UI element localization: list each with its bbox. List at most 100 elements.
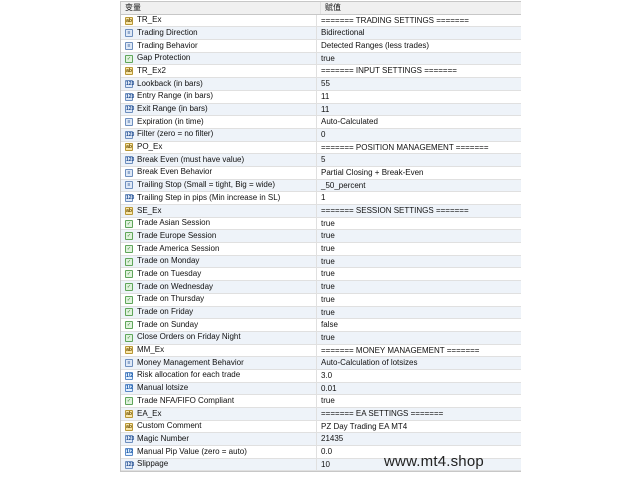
value-cell[interactable]: Detected Ranges (less trades): [317, 40, 521, 52]
variable-cell: ab PO_Ex: [121, 141, 317, 154]
table-row[interactable]: 1/2 Manual lotsize 0.01: [121, 382, 521, 396]
table-row[interactable]: ab MM_Ex ======= MONEY MANAGEMENT =======: [121, 344, 521, 358]
value-cell[interactable]: true: [317, 218, 521, 230]
value-cell[interactable]: true: [317, 243, 521, 255]
variable-cell: ✓ Close Orders on Friday Night: [121, 331, 317, 344]
variable-cell: ≡ Money Management Behavior: [121, 357, 317, 369]
value-cell[interactable]: true: [317, 332, 521, 344]
value-cell[interactable]: 55: [317, 78, 521, 90]
table-row[interactable]: ✓ Trade NFA/FIFO Compliant true: [121, 395, 521, 408]
value-cell[interactable]: 11: [317, 91, 521, 103]
variable-cell: ab Custom Comment: [121, 420, 317, 433]
table-row[interactable]: ✓ Trade on Tuesday true: [121, 268, 521, 282]
text-type-icon: ab: [125, 16, 133, 25]
table-row[interactable]: ≡ Trading Direction Bidirectional: [121, 27, 521, 41]
table-row[interactable]: ✓ Trade on Sunday false: [121, 319, 521, 332]
table-row[interactable]: ab Custom Comment PZ Day Trading EA MT4: [121, 420, 521, 434]
table-row[interactable]: 123 Trailing Step in pips (Min increase i…: [121, 192, 521, 205]
table-row[interactable]: 123 Exit Range (in bars) 11: [121, 103, 521, 117]
variable-column-header[interactable]: 变量: [121, 2, 321, 14]
value-cell[interactable]: true: [317, 281, 521, 293]
table-row[interactable]: ✓ Trade on Wednesday true: [121, 281, 521, 294]
variable-cell: 123 Filter (zero = no filter): [121, 128, 317, 141]
table-row[interactable]: 123 Entry Range (in bars) 11: [121, 90, 521, 104]
variable-cell: ab EA_Ex: [121, 408, 317, 420]
table-row[interactable]: ✓ Trade America Session true: [121, 243, 521, 256]
double-type-icon: 1/2: [125, 384, 133, 393]
table-row[interactable]: 123 Filter (zero = no filter) 0: [121, 128, 521, 142]
value-cell[interactable]: ======= SESSION SETTINGS =======: [317, 205, 521, 217]
value-cell[interactable]: 21435: [317, 433, 521, 445]
value-cell[interactable]: true: [317, 294, 521, 306]
value-cell[interactable]: ======= INPUT SETTINGS =======: [317, 65, 521, 77]
value-cell[interactable]: 0: [317, 129, 521, 141]
enum-type-icon: ≡: [125, 29, 133, 38]
double-type-icon: 1/2: [125, 371, 133, 380]
table-row[interactable]: ab TR_Ex2 ======= INPUT SETTINGS =======: [121, 65, 521, 79]
table-row[interactable]: 123 Lookback (in bars) 55: [121, 78, 521, 91]
table-row[interactable]: ab PO_Ex ======= POSITION MANAGEMENT =====…: [121, 141, 521, 155]
value-cell[interactable]: 3.0: [317, 370, 521, 382]
table-row[interactable]: ≡ Money Management Behavior Auto-Calculati…: [121, 357, 521, 370]
value-cell[interactable]: ======= MONEY MANAGEMENT =======: [317, 345, 521, 357]
table-row[interactable]: ≡ Expiration (in time) Auto-Calculated: [121, 116, 521, 129]
value-cell[interactable]: true: [317, 256, 521, 268]
table-row[interactable]: 1/2 Risk allocation for each trade 3.0: [121, 369, 521, 383]
value-cell[interactable]: true: [317, 395, 521, 407]
value-cell[interactable]: Bidirectional: [317, 27, 521, 39]
table-row[interactable]: ✓ Close Orders on Friday Night true: [121, 331, 521, 345]
value-cell[interactable]: 0.01: [317, 383, 521, 395]
table-row[interactable]: ≡ Trading Behavior Detected Ranges (less t…: [121, 40, 521, 53]
table-row[interactable]: ≡ Break Even Behavior Partial Closing + Br…: [121, 166, 521, 180]
table-row[interactable]: ✓ Gap Protection true: [121, 52, 521, 66]
table-row[interactable]: ≡ Trailing Stop (Small = tight, Big = wid…: [121, 179, 521, 193]
variable-cell: ab SE_Ex: [121, 205, 317, 217]
value-cell[interactable]: Auto-Calculated: [317, 116, 521, 128]
value-cell[interactable]: 1: [317, 192, 521, 204]
bool-type-icon: ✓: [125, 321, 133, 330]
enum-type-icon: ≡: [125, 168, 133, 177]
variable-name: Trading Behavior: [137, 40, 198, 50]
value-cell[interactable]: true: [317, 268, 521, 280]
value-cell[interactable]: true: [317, 307, 521, 319]
table-row[interactable]: ✓ Trade Europe Session true: [121, 230, 521, 244]
table-row[interactable]: 123 Magic Number 21435: [121, 433, 521, 447]
value-cell[interactable]: true: [317, 230, 521, 242]
table-header: 变量 赋值: [121, 2, 521, 15]
table-row[interactable]: ✓ Trade on Friday true: [121, 306, 521, 320]
value-column-header[interactable]: 赋值: [321, 2, 521, 14]
value-cell[interactable]: true: [317, 53, 521, 65]
value-cell[interactable]: 11: [317, 104, 521, 116]
variable-cell: ✓ Trade America Session: [121, 243, 317, 255]
value-cell[interactable]: ======= POSITION MANAGEMENT =======: [317, 142, 521, 154]
text-type-icon: ab: [125, 67, 133, 76]
table-row[interactable]: ab SE_Ex ======= SESSION SETTINGS =======: [121, 205, 521, 218]
variable-name: SE_Ex: [137, 205, 162, 215]
variable-name: Trailing Stop (Small = tight, Big = wide…: [137, 180, 275, 190]
variable-name: Exit Range (in bars): [137, 104, 208, 113]
enum-type-icon: ≡: [125, 359, 133, 368]
value-cell[interactable]: ======= EA SETTINGS =======: [317, 408, 521, 420]
value-cell[interactable]: 5: [317, 154, 521, 166]
variable-cell: 123 Break Even (must have value): [121, 154, 317, 166]
table-row[interactable]: ✓ Trade on Monday true: [121, 255, 521, 269]
value-cell[interactable]: ======= TRADING SETTINGS =======: [317, 15, 521, 27]
value-cell[interactable]: Partial Closing + Break-Even: [317, 167, 521, 179]
table-row[interactable]: ab EA_Ex ======= EA SETTINGS =======: [121, 408, 521, 421]
table-row[interactable]: 123 Break Even (must have value) 5: [121, 154, 521, 167]
value-cell[interactable]: Auto-Calculation of lotsizes: [317, 357, 521, 369]
bool-type-icon: ✓: [125, 257, 133, 266]
value-cell[interactable]: PZ Day Trading EA MT4: [317, 421, 521, 433]
value-cell[interactable]: false: [317, 319, 521, 331]
variable-cell: ≡ Trading Direction: [121, 27, 317, 40]
variable-name: Trade Europe Session: [137, 230, 217, 240]
table-row[interactable]: ab TR_Ex ======= TRADING SETTINGS =======: [121, 14, 521, 28]
table-row[interactable]: ✓ Trade Asian Session true: [121, 217, 521, 231]
variable-cell: 1/2 Risk allocation for each trade: [121, 369, 317, 382]
variable-name: Break Even (must have value): [137, 154, 245, 164]
value-cell[interactable]: _50_percent: [317, 180, 521, 192]
integer-type-icon: 123: [125, 156, 135, 165]
variable-name: Manual Pip Value (zero = auto): [137, 446, 247, 456]
variable-name: Risk allocation for each trade: [137, 370, 241, 380]
table-row[interactable]: ✓ Trade on Thursday true: [121, 293, 521, 307]
